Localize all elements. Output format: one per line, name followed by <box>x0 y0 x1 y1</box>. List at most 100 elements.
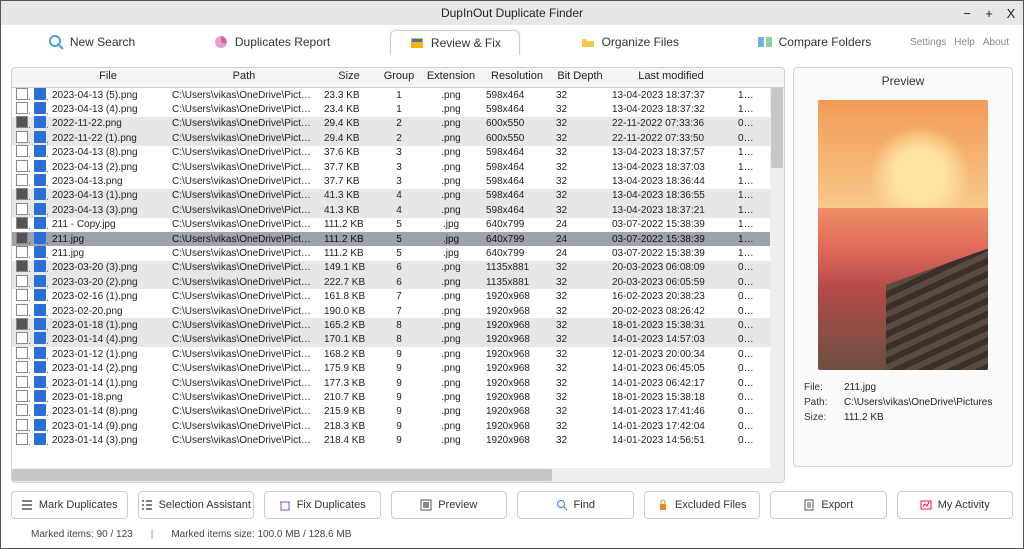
table-row[interactable]: 2023-04-13 (2).pngC:\Users\vikas\OneDriv… <box>12 160 784 174</box>
find-button[interactable]: Find <box>517 491 634 519</box>
horizontal-scrollbar[interactable] <box>12 468 784 482</box>
row-checkbox[interactable] <box>16 289 28 301</box>
tab-new-search[interactable]: New Search <box>30 30 153 54</box>
table-row[interactable]: 2023-01-14 (4).pngC:\Users\vikas\OneDriv… <box>12 333 784 347</box>
table-row[interactable]: 2023-01-18 (1).pngC:\Users\vikas\OneDriv… <box>12 318 784 332</box>
excluded-files-button[interactable]: Excluded Files <box>644 491 761 519</box>
file-icon <box>34 88 46 100</box>
row-checkbox[interactable] <box>16 361 28 373</box>
maximize-button[interactable]: + <box>981 6 997 21</box>
table-row[interactable]: 2023-04-13 (8).pngC:\Users\vikas\OneDriv… <box>12 146 784 160</box>
table-row[interactable]: 211.jpgC:\Users\vikas\OneDrive\Pictures1… <box>12 232 784 246</box>
tab-organize-files[interactable]: Organize Files <box>562 30 697 54</box>
table-row[interactable]: 2023-04-13 (1).pngC:\Users\vikas\OneDriv… <box>12 189 784 203</box>
cell-mod: 03-07-2022 15:38:39 <box>608 217 734 232</box>
table-row[interactable]: 2022-11-22 (1).pngC:\Users\vikas\OneDriv… <box>12 131 784 145</box>
selection-assistant-button[interactable]: Selection Assistant <box>138 491 255 519</box>
row-checkbox[interactable] <box>16 203 28 215</box>
table-row[interactable]: 211.jpgC:\Users\vikas\OneDrive\Pictures\… <box>12 246 784 260</box>
cell-size: 165.2 KB <box>320 318 378 333</box>
scroll-thumb[interactable] <box>771 88 783 168</box>
col-file[interactable]: File <box>48 68 168 87</box>
tab-duplicates-report[interactable]: Duplicates Report <box>195 30 348 54</box>
minimize-button[interactable]: − <box>959 6 975 21</box>
row-checkbox[interactable] <box>16 390 28 402</box>
col-bit[interactable]: Bit Depth <box>552 68 608 87</box>
cell-group: 7 <box>378 289 420 304</box>
row-checkbox[interactable] <box>16 260 28 272</box>
table-row[interactable]: 2023-01-14 (8).pngC:\Users\vikas\OneDriv… <box>12 405 784 419</box>
cell-lastcol: 13- <box>734 160 756 175</box>
row-checkbox[interactable] <box>16 433 28 445</box>
col-res[interactable]: Resolution <box>482 68 552 87</box>
action-bar: Mark Duplicates Selection Assistant Fix … <box>1 483 1023 527</box>
export-button[interactable]: Export <box>770 491 887 519</box>
cell-group: 9 <box>378 390 420 405</box>
mark-duplicates-button[interactable]: Mark Duplicates <box>11 491 128 519</box>
row-checkbox[interactable] <box>16 332 28 344</box>
cell-res: 1920x968 <box>482 376 552 391</box>
col-path[interactable]: Path <box>168 68 320 87</box>
table-row[interactable]: 2023-02-20.pngC:\Users\vikas\OneDrive\Pi… <box>12 304 784 318</box>
col-group[interactable]: Group <box>378 68 420 87</box>
file-icon <box>34 260 46 272</box>
cell-size: 37.7 KB <box>320 174 378 189</box>
cell-mod: 13-04-2023 18:36:44 <box>608 174 734 189</box>
hscroll-thumb[interactable] <box>12 469 552 481</box>
tab-label: Review & Fix <box>431 36 501 50</box>
row-checkbox[interactable] <box>16 419 28 431</box>
table-row[interactable]: 2023-04-13 (3).pngC:\Users\vikas\OneDriv… <box>12 203 784 217</box>
row-checkbox[interactable] <box>16 145 28 157</box>
row-checkbox[interactable] <box>16 304 28 316</box>
cell-file: 211 - Copy.jpg <box>48 217 168 232</box>
settings-link[interactable]: Settings <box>910 37 946 48</box>
my-activity-button[interactable]: My Activity <box>897 491 1014 519</box>
row-checkbox[interactable] <box>16 232 28 244</box>
results-grid-pane: File Path Size Group Extension Resolutio… <box>11 67 785 483</box>
vertical-scrollbar[interactable] <box>770 88 784 468</box>
tab-review-fix[interactable]: Review & Fix <box>390 30 520 55</box>
grid-body[interactable]: 2023-04-13 (5).pngC:\Users\vikas\OneDriv… <box>12 88 784 468</box>
row-checkbox[interactable] <box>16 102 28 114</box>
col-mod[interactable]: Last modified <box>608 68 734 87</box>
list-icon <box>21 499 33 511</box>
row-checkbox[interactable] <box>16 116 28 128</box>
fix-duplicates-button[interactable]: Fix Duplicates <box>264 491 381 519</box>
cell-file: 2023-01-14 (2).png <box>48 361 168 376</box>
table-row[interactable]: 2023-01-12 (1).pngC:\Users\vikas\OneDriv… <box>12 347 784 361</box>
table-row[interactable]: 2023-01-14 (2).pngC:\Users\vikas\OneDriv… <box>12 361 784 375</box>
row-checkbox[interactable] <box>16 174 28 186</box>
row-checkbox[interactable] <box>16 376 28 388</box>
title-bar: DupInOut Duplicate Finder − + X <box>1 1 1023 25</box>
table-row[interactable]: 2022-11-22.pngC:\Users\vikas\OneDrive\Pi… <box>12 117 784 131</box>
table-row[interactable]: 2023-04-13 (5).pngC:\Users\vikas\OneDriv… <box>12 88 784 102</box>
about-link[interactable]: About <box>983 37 1009 48</box>
table-row[interactable]: 2023-01-14 (9).pngC:\Users\vikas\OneDriv… <box>12 419 784 433</box>
row-checkbox[interactable] <box>16 404 28 416</box>
table-row[interactable]: 2023-04-13.pngC:\Users\vikas\OneDrive\Pi… <box>12 174 784 188</box>
preview-button[interactable]: Preview <box>391 491 508 519</box>
row-checkbox[interactable] <box>16 88 28 100</box>
col-size[interactable]: Size <box>320 68 378 87</box>
close-button[interactable]: X <box>1003 6 1019 21</box>
table-row[interactable]: 2023-01-14 (3).pngC:\Users\vikas\OneDriv… <box>12 433 784 447</box>
table-row[interactable]: 2023-01-14 (1).pngC:\Users\vikas\OneDriv… <box>12 376 784 390</box>
row-checkbox[interactable] <box>16 217 28 229</box>
table-row[interactable]: 2023-01-18.pngC:\Users\vikas\OneDrive\Pi… <box>12 390 784 404</box>
row-checkbox[interactable] <box>16 160 28 172</box>
row-checkbox[interactable] <box>16 275 28 287</box>
row-checkbox[interactable] <box>16 347 28 359</box>
table-row[interactable]: 2023-03-20 (3).pngC:\Users\vikas\OneDriv… <box>12 261 784 275</box>
row-checkbox[interactable] <box>16 131 28 143</box>
table-row[interactable]: 2023-03-20 (2).pngC:\Users\vikas\OneDriv… <box>12 275 784 289</box>
tab-compare-folders[interactable]: Compare Folders <box>739 30 890 54</box>
col-ext[interactable]: Extension <box>420 68 482 87</box>
file-icon <box>34 174 46 186</box>
table-row[interactable]: 211 - Copy.jpgC:\Users\vikas\OneDrive\Pi… <box>12 218 784 232</box>
row-checkbox[interactable] <box>16 188 28 200</box>
row-checkbox[interactable] <box>16 318 28 330</box>
row-checkbox[interactable] <box>16 246 28 258</box>
table-row[interactable]: 2023-04-13 (4).pngC:\Users\vikas\OneDriv… <box>12 102 784 116</box>
help-link[interactable]: Help <box>954 37 975 48</box>
table-row[interactable]: 2023-02-16 (1).pngC:\Users\vikas\OneDriv… <box>12 289 784 303</box>
